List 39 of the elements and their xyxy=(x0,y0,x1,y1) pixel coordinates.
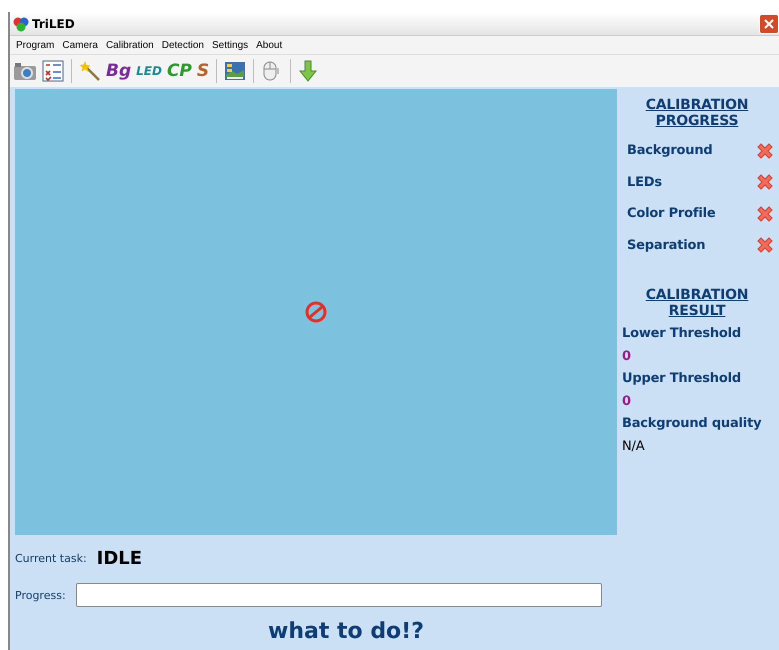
menu-item[interactable]: Camera xyxy=(59,40,103,50)
camera-icon[interactable] xyxy=(13,60,37,82)
menu-item[interactable]: About xyxy=(253,40,288,50)
close-button[interactable] xyxy=(759,14,779,34)
result-value: N/A xyxy=(622,438,646,456)
checklist-icon[interactable] xyxy=(42,60,64,82)
step-label: Color Profile xyxy=(627,206,716,222)
toolbar-button[interactable]: Bg xyxy=(106,61,132,81)
result-value: 0 xyxy=(622,348,632,366)
app-logo-icon xyxy=(13,16,29,32)
cross-icon xyxy=(755,172,775,192)
result-value: 0 xyxy=(622,392,632,410)
toolbar-button[interactable]: S xyxy=(196,61,210,81)
toolbar-button[interactable]: LED xyxy=(136,64,162,78)
current-task-label: Current task: xyxy=(15,552,87,564)
cross-icon xyxy=(755,235,775,256)
menu-item[interactable]: Calibration xyxy=(102,40,159,50)
section-heading: CALIBRATION RESULT xyxy=(644,287,750,319)
down-arrow-icon[interactable] xyxy=(298,60,318,82)
menu-item[interactable]: Settings xyxy=(209,40,254,50)
hint-text: what to do!? xyxy=(267,619,425,644)
magic-wand-icon[interactable] xyxy=(79,60,101,82)
result-label: Background quality xyxy=(622,415,762,433)
menu-item[interactable]: Detection xyxy=(158,40,209,50)
step-label: Background xyxy=(627,143,712,158)
no-entry-icon xyxy=(305,301,327,323)
result-label: Upper Threshold xyxy=(622,370,742,388)
current-task-value: IDLE xyxy=(96,548,142,568)
menu-item[interactable]: Program xyxy=(13,40,60,50)
cross-icon xyxy=(755,140,775,161)
section-heading: CALIBRATION PROGRESS xyxy=(644,97,750,129)
step-label: LEDs xyxy=(627,174,662,190)
cross-icon xyxy=(755,204,775,224)
progress-label: Progress: xyxy=(15,588,66,602)
close-icon xyxy=(764,18,774,28)
step-label: Separation xyxy=(627,238,706,253)
result-label: Lower Threshold xyxy=(622,325,742,343)
image-icon[interactable] xyxy=(224,60,246,82)
window-title: TriLED xyxy=(32,16,75,30)
